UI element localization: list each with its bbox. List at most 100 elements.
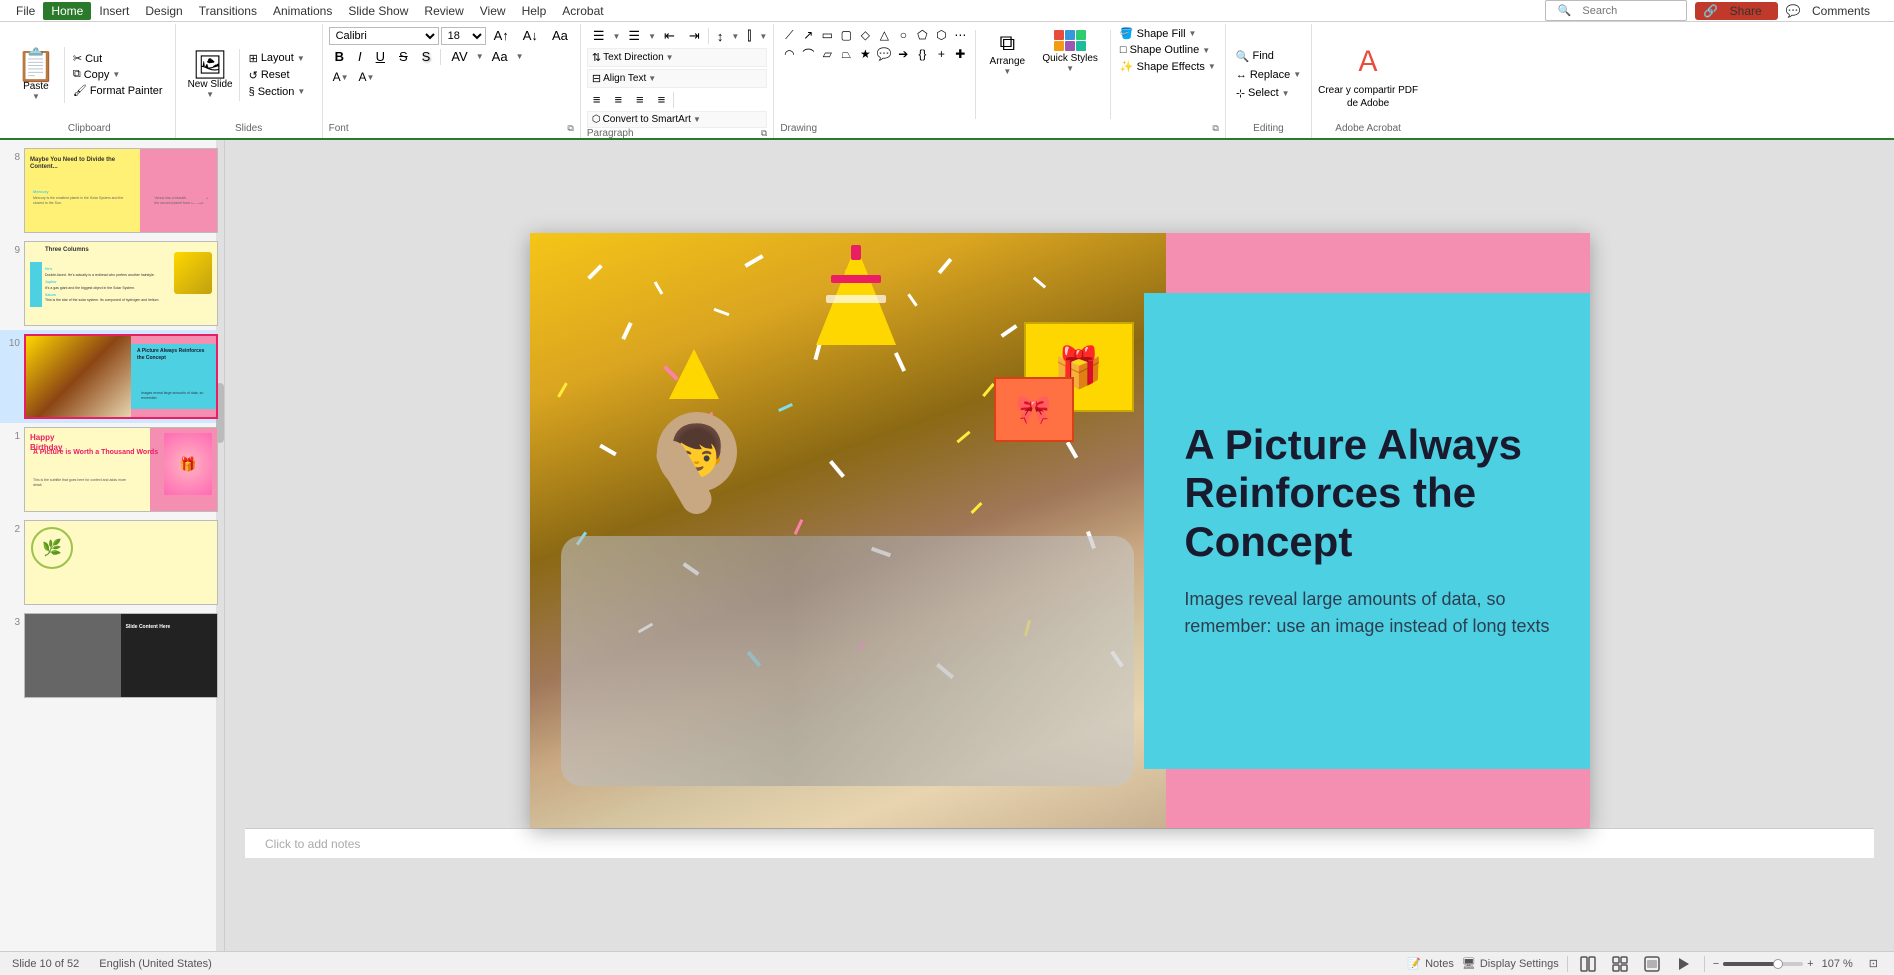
shape-round-rect[interactable]: ▢ (837, 26, 855, 44)
select-button[interactable]: ⊹ Select ▼ (1232, 86, 1305, 101)
highlight-dropdown[interactable]: ▼ (341, 73, 349, 82)
slide-item-10[interactable]: 10 A Picture Always Reinforces the Conce… (0, 330, 224, 423)
shape-fill-button[interactable]: 🪣 Shape Fill ▼ (1117, 26, 1219, 41)
normal-view-button[interactable] (1576, 954, 1600, 974)
fit-slide-button[interactable]: ⊡ (1865, 955, 1882, 972)
align-center-button[interactable]: ≡ (608, 90, 628, 109)
increase-indent-button[interactable]: ⇥ (683, 26, 706, 46)
section-button[interactable]: § Section ▼ (246, 85, 316, 99)
section-dropdown[interactable]: ▼ (297, 87, 305, 96)
shape-pentagon[interactable]: ⬠ (913, 26, 931, 44)
bold-button[interactable]: B (329, 47, 350, 66)
adobe-create-button[interactable]: Crear y compartir PDF de Adobe (1318, 84, 1418, 110)
new-slide-button[interactable]: 🖼 New Slide ▼ (182, 49, 240, 101)
strikethrough-button[interactable]: S (393, 47, 414, 66)
justify-button[interactable]: ≡ (652, 90, 672, 109)
shape-outline-dropdown[interactable]: ▼ (1202, 46, 1210, 55)
shape-effects-dropdown[interactable]: ▼ (1208, 62, 1216, 71)
font-name-select[interactable]: Calibri (329, 27, 439, 45)
notes-area[interactable]: Click to add notes (245, 828, 1874, 858)
menu-review[interactable]: Review (416, 2, 471, 20)
shape-rect[interactable]: ▭ (818, 26, 836, 44)
increase-font-button[interactable]: A↑ (488, 26, 515, 45)
layout-dropdown[interactable]: ▼ (297, 54, 305, 63)
arrange-dropdown[interactable]: ▼ (1003, 67, 1011, 76)
shape-cross[interactable]: ✚ (951, 45, 969, 63)
underline-button[interactable]: U (370, 47, 391, 66)
shape-trapezoid[interactable]: ⏢ (837, 45, 855, 63)
paste-dropdown-arrow[interactable]: ▼ (32, 92, 40, 101)
display-settings-button[interactable]: 🖥 Display Settings (1462, 957, 1559, 970)
slide-item-8[interactable]: 8 Maybe You Need to Divide the Content..… (0, 144, 224, 237)
zoom-level[interactable]: 107 % (1822, 958, 1853, 970)
char-spacing-button[interactable]: AV (445, 47, 473, 66)
font-dialog-launcher[interactable]: ⧉ (567, 123, 573, 134)
slide-item-11[interactable]: 1 HappyBirthday A Picture is Worth a Tho… (0, 423, 224, 516)
clear-format-button[interactable]: Aa (546, 26, 574, 45)
font-color-button[interactable]: A ▼ (355, 68, 379, 86)
font-size-select[interactable]: 18 (441, 27, 486, 45)
char-spacing-dropdown[interactable]: ▼ (476, 52, 484, 61)
menu-home[interactable]: Home (43, 2, 91, 20)
highlight-color-button[interactable]: A ▼ (329, 68, 353, 86)
shape-parallelogram[interactable]: ▱ (818, 45, 836, 63)
shape-hexagon[interactable]: ⬡ (932, 26, 950, 44)
text-direction-dropdown[interactable]: ▼ (666, 53, 674, 62)
line-spacing-button[interactable]: ↕ (711, 27, 730, 46)
menu-animations[interactable]: Animations (265, 2, 340, 20)
shape-line[interactable]: ⟋ (780, 26, 798, 44)
align-right-button[interactable]: ≡ (630, 90, 650, 109)
para-dialog-launcher[interactable]: ⧉ (761, 128, 767, 139)
numbering-dropdown[interactable]: ▼ (648, 32, 656, 41)
copy-dropdown[interactable]: ▼ (112, 70, 120, 79)
columns-button[interactable]: ⫿ (741, 26, 757, 46)
slide-item-9[interactable]: 9 Three Columns He's Double-faced. He's … (0, 237, 224, 330)
shape-effects-button[interactable]: ✨ Shape Effects ▼ (1117, 59, 1219, 74)
shape-brace[interactable]: {} (913, 45, 931, 63)
shape-fill-dropdown[interactable]: ▼ (1189, 29, 1197, 38)
shape-arc[interactable]: ◠ (780, 45, 798, 63)
menu-view[interactable]: View (472, 2, 514, 20)
comments-button[interactable]: 💬 Comments (1778, 2, 1886, 20)
font-color-dropdown[interactable]: ▼ (367, 73, 375, 82)
reading-view-button[interactable] (1640, 954, 1664, 974)
decrease-font-button[interactable]: A↓ (517, 26, 544, 45)
italic-button[interactable]: I (352, 47, 368, 66)
search-bar[interactable]: 🔍 (1545, 0, 1688, 21)
reset-button[interactable]: ↺ Reset (246, 68, 316, 83)
share-button[interactable]: 🔗 Share (1695, 2, 1777, 20)
line-spacing-dropdown[interactable]: ▼ (731, 32, 739, 41)
zoom-in-button[interactable]: + (1807, 958, 1813, 970)
slide-canvas[interactable]: 🎁 🎀 👦 (530, 233, 1590, 828)
slide-item-12[interactable]: 2 🌿 AwesomeWords! Discuss the words are … (0, 516, 224, 609)
text-direction-label[interactable]: Text Direction (603, 52, 664, 63)
new-slide-dropdown[interactable]: ▼ (206, 90, 214, 99)
shape-plus[interactable]: + (932, 45, 950, 63)
replace-dropdown[interactable]: ▼ (1293, 70, 1301, 79)
shape-curve[interactable]: ⌒ (799, 45, 817, 63)
menu-file[interactable]: File (8, 2, 43, 20)
shape-block-arrow[interactable]: ➔ (894, 45, 912, 63)
change-case-dropdown[interactable]: ▼ (516, 52, 524, 61)
shape-outline-button[interactable]: □ Shape Outline ▼ (1117, 43, 1219, 57)
convert-smartart-button[interactable]: ⬡ Convert to SmartArt ▼ (587, 111, 767, 128)
paste-button[interactable]: 📋 Paste ▼ (12, 47, 65, 103)
quick-styles-dropdown[interactable]: ▼ (1066, 64, 1074, 73)
menu-insert[interactable]: Insert (91, 2, 137, 20)
text-shadow-button[interactable]: S (416, 47, 437, 66)
drawing-dialog-launcher[interactable]: ⧉ (1212, 123, 1218, 134)
menu-help[interactable]: Help (514, 2, 555, 20)
zoom-thumb[interactable] (1773, 959, 1783, 969)
search-input[interactable] (1582, 5, 1682, 17)
cut-button[interactable]: ✂ Cut (69, 51, 167, 66)
shape-diamond[interactable]: ◇ (856, 26, 874, 44)
slide-item-13[interactable]: 3 Slide Content Here (0, 609, 224, 702)
layout-button[interactable]: ⊞ Layout ▼ (246, 51, 316, 66)
shape-ellipse[interactable]: ○ (894, 26, 912, 44)
shape-star[interactable]: ★ (856, 45, 874, 63)
bullets-button[interactable]: ☰ (587, 26, 611, 46)
numbering-button[interactable]: ☰ (622, 26, 646, 46)
notes-button[interactable]: 📝 Notes (1407, 957, 1453, 970)
decrease-indent-button[interactable]: ⇤ (658, 26, 681, 46)
menu-transitions[interactable]: Transitions (191, 2, 265, 20)
